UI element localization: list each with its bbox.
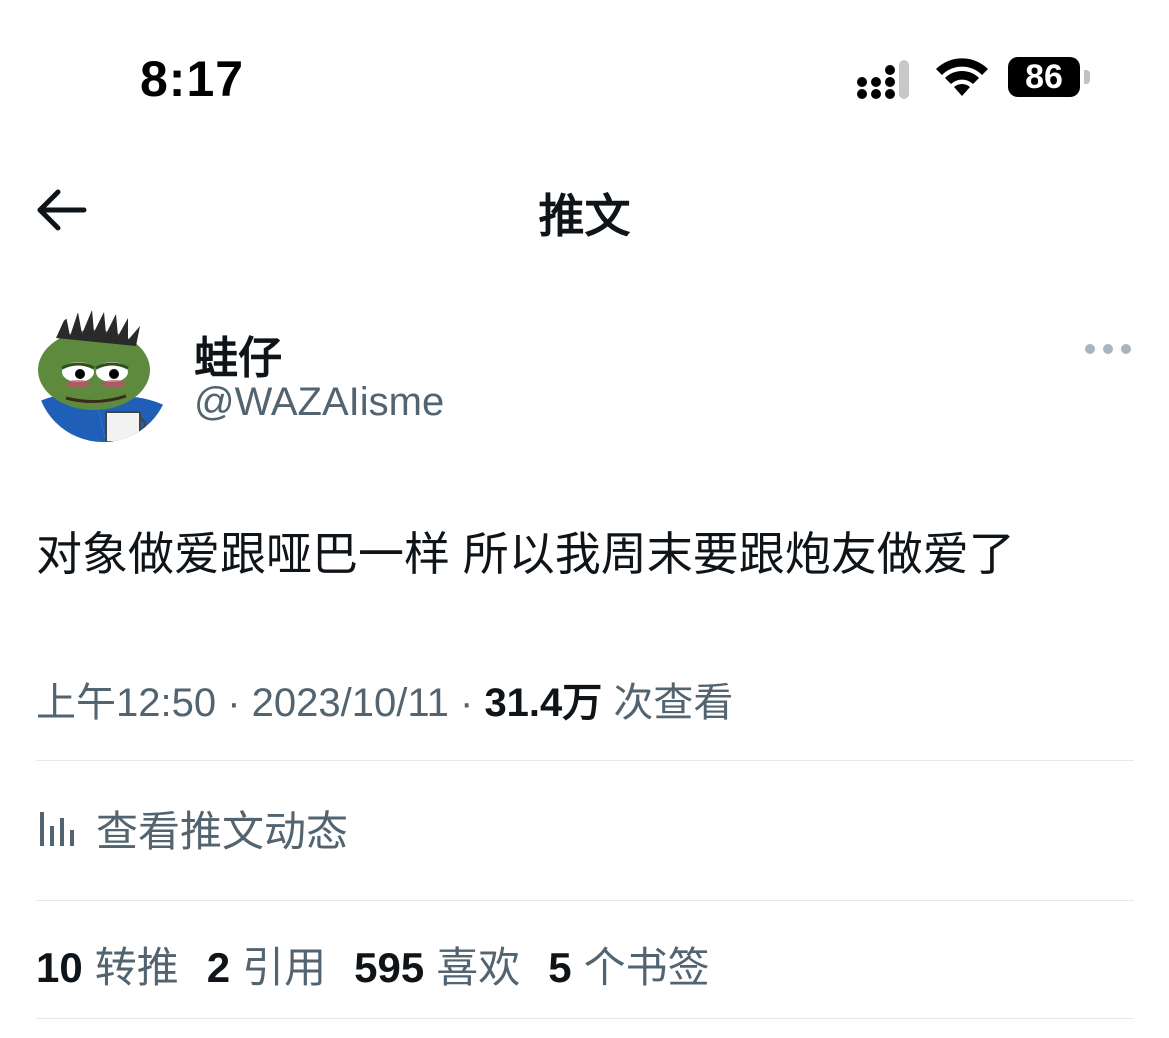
- stat-retweets[interactable]: 10 转推: [36, 934, 179, 995]
- cellular-signal-icon: [857, 60, 909, 99]
- stat-number: 595: [354, 944, 425, 991]
- view-tweet-activity-button[interactable]: 查看推文动态: [36, 800, 348, 856]
- meta-separator: ·: [448, 681, 485, 725]
- author-handle[interactable]: @WAZAIisme: [194, 380, 444, 425]
- battery-indicator: 86: [1008, 57, 1094, 99]
- stat-likes[interactable]: 595 喜欢: [354, 934, 520, 995]
- stat-bookmarks[interactable]: 5 个书签: [548, 934, 709, 995]
- stat-quotes[interactable]: 2 引用: [207, 934, 326, 995]
- divider: [36, 900, 1134, 901]
- tweet-date[interactable]: 2023/10/11: [252, 681, 449, 725]
- status-bar: 8:17 86: [0, 0, 1169, 150]
- wifi-icon: [936, 58, 988, 96]
- stat-label: 喜欢: [436, 944, 521, 991]
- stat-label: 引用: [242, 944, 327, 991]
- stat-number: 10: [36, 944, 83, 991]
- analytics-bar-icon: [40, 812, 74, 846]
- battery-level: 86: [1008, 57, 1080, 97]
- tweet-time[interactable]: 上午12:50: [36, 681, 216, 725]
- tweet-meta: 上午12:50 · 2023/10/11 · 31.4万 次查看: [36, 670, 733, 728]
- nav-bar: 推文: [0, 160, 1169, 260]
- stat-label: 转推: [94, 944, 179, 991]
- divider: [36, 1018, 1134, 1019]
- divider: [36, 760, 1134, 761]
- author-display-name[interactable]: 蛙仔: [194, 322, 282, 386]
- tweet-author: 蛙仔 @WAZAIisme: [36, 308, 1136, 448]
- battery-cap: [1084, 70, 1090, 84]
- views-count: 31.4万: [484, 681, 603, 725]
- more-horizontal-icon[interactable]: [1082, 334, 1134, 364]
- engagement-stats: 10 转推 2 引用 595 喜欢 5 个书签: [36, 934, 738, 995]
- stat-number: 5: [548, 944, 572, 991]
- status-clock: 8:17: [140, 51, 245, 107]
- page-title: 推文: [538, 190, 631, 242]
- meta-separator: ·: [216, 681, 252, 725]
- activity-label: 查看推文动态: [96, 807, 349, 855]
- avatar[interactable]: [36, 308, 170, 442]
- views-label: 次查看: [602, 681, 734, 725]
- stat-number: 2: [206, 944, 231, 991]
- stat-label: 个书签: [583, 944, 710, 991]
- tweet-text: 对象做爱跟哑巴一样 所以我周末要跟炮友做爱了: [36, 528, 1015, 580]
